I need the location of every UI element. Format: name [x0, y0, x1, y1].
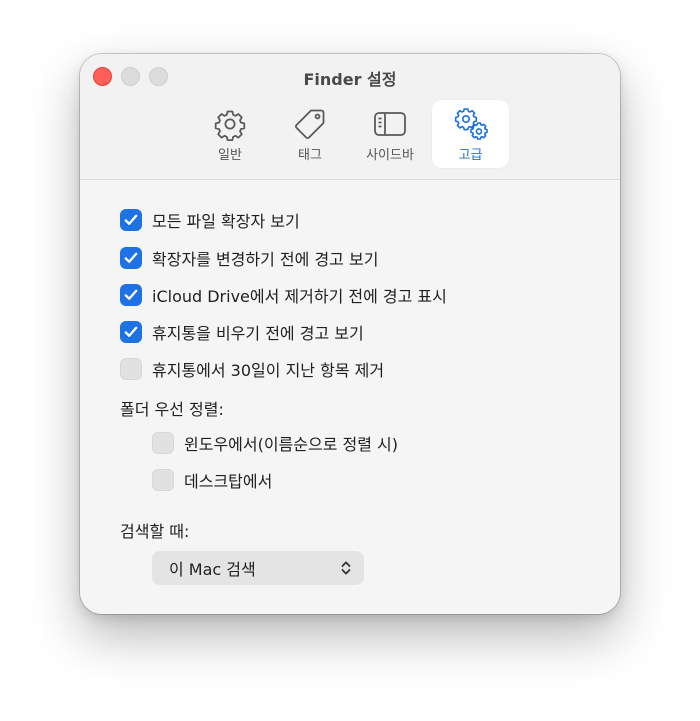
option-warn-icloud-remove[interactable]: iCloud Drive에서 제거하기 전에 경고 표시	[120, 283, 447, 307]
checkbox-warn-extension-change[interactable]	[120, 247, 142, 269]
option-label: 휴지통에서 30일이 지난 항목 제거	[152, 361, 385, 380]
folder-sort-heading: 폴더 우선 정렬:	[120, 400, 224, 419]
checkmark-icon	[124, 214, 138, 225]
tab-advanced[interactable]: 고급	[432, 100, 509, 168]
checkbox-warn-icloud-remove[interactable]	[120, 284, 142, 306]
checkmark-icon	[124, 289, 138, 300]
option-warn-extension-change[interactable]: 확장자를 변경하기 전에 경고 보기	[120, 246, 378, 270]
checkbox-show-extensions[interactable]	[120, 209, 142, 231]
option-show-extensions[interactable]: 모든 파일 확장자 보기	[120, 208, 300, 232]
checkbox-folders-on-desktop[interactable]	[152, 469, 174, 491]
option-warn-empty-trash[interactable]: 휴지통을 비우기 전에 경고 보기	[120, 320, 364, 344]
tag-icon	[295, 109, 325, 139]
tab-sidebar-label: 사이드바	[366, 148, 414, 163]
option-label: iCloud Drive에서 제거하기 전에 경고 표시	[152, 287, 447, 306]
tab-advanced-label: 고급	[458, 148, 483, 163]
tab-tags[interactable]: 태그	[280, 100, 340, 168]
window-title: Finder 설정	[303, 70, 397, 89]
checkbox-folders-in-windows[interactable]	[152, 432, 174, 454]
tab-bar: 일반 태그 사이드바 고급	[80, 100, 620, 170]
checkbox-warn-empty-trash[interactable]	[120, 321, 142, 343]
option-label: 모든 파일 확장자 보기	[152, 212, 300, 231]
search-scope-popup[interactable]: 이 Mac 검색	[152, 551, 364, 585]
chevron-up-down-icon	[341, 561, 351, 575]
gear-icon	[214, 110, 246, 141]
sidebar-icon	[374, 112, 406, 136]
tab-general[interactable]: 일반	[200, 100, 260, 168]
finder-settings-window: Finder 설정 일반 태그 사이드바 고급 모든 파일 확장자 보기 확장자…	[80, 54, 620, 614]
option-label: 데스크탑에서	[184, 472, 273, 491]
gears-icon	[454, 108, 488, 140]
option-folders-on-desktop[interactable]: 데스크탑에서	[152, 468, 272, 492]
option-label: 확장자를 변경하기 전에 경고 보기	[152, 250, 379, 269]
advanced-settings-pane: 모든 파일 확장자 보기 확장자를 변경하기 전에 경고 보기 iCloud D…	[80, 180, 620, 614]
search-scope-value: 이 Mac 검색	[169, 560, 256, 579]
toolbar: Finder 설정 일반 태그 사이드바 고급	[80, 54, 620, 180]
search-scope-heading: 검색할 때:	[120, 522, 190, 541]
tab-sidebar[interactable]: 사이드바	[356, 100, 424, 168]
option-label: 윈도우에서(이름순으로 정렬 시)	[184, 435, 399, 454]
checkmark-icon	[124, 326, 138, 337]
checkbox-remove-trash-30-days[interactable]	[120, 358, 142, 380]
checkmark-icon	[124, 252, 138, 263]
option-folders-in-windows[interactable]: 윈도우에서(이름순으로 정렬 시)	[152, 431, 398, 455]
option-remove-trash-30-days[interactable]: 휴지통에서 30일이 지난 항목 제거	[120, 357, 384, 381]
tab-general-label: 일반	[218, 148, 242, 163]
tab-tags-label: 태그	[298, 148, 322, 163]
option-label: 휴지통을 비우기 전에 경고 보기	[152, 324, 364, 343]
